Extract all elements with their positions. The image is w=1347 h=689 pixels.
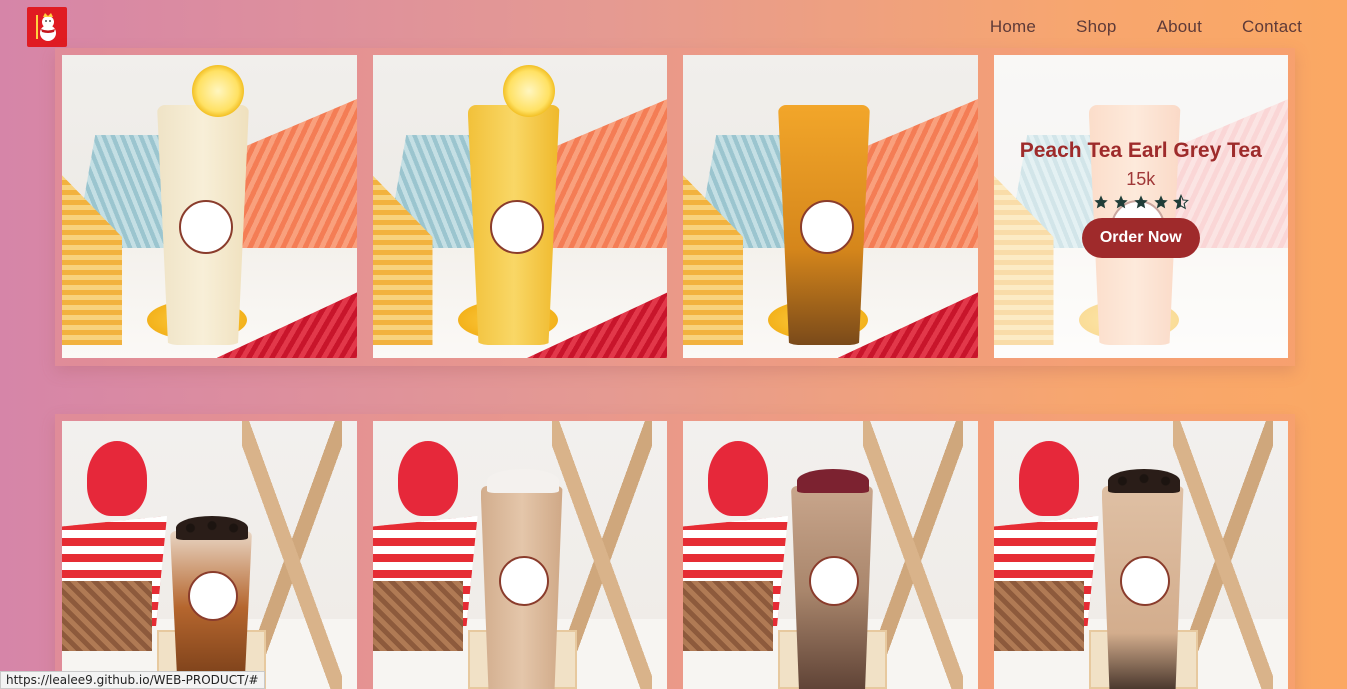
main-nav: Home Shop About Contact (990, 17, 1302, 37)
star-full-icon (1094, 195, 1108, 209)
decor-red-sign (1018, 441, 1079, 516)
product-card[interactable] (372, 421, 667, 689)
star-full-icon (1134, 195, 1148, 209)
snowman-king-logo-icon (36, 13, 56, 41)
red-bean-topping-icon (797, 469, 869, 493)
nav-home-link[interactable]: Home (990, 17, 1036, 37)
product-card[interactable] (372, 55, 667, 358)
boba-pearls-icon (1107, 469, 1180, 493)
drink-cup (480, 486, 563, 689)
browser-status-url: https://lealee9.github.io/WEB-PRODUCT/# (0, 671, 265, 689)
drink-cup (170, 531, 252, 689)
lemon-slice-icon (502, 65, 555, 117)
product-price: 15k (1126, 169, 1156, 189)
drink-cup (1101, 486, 1184, 689)
mascot-icon (809, 556, 859, 606)
lemon-slice-icon (192, 65, 244, 117)
jelly-topping-icon (486, 469, 559, 493)
product-overlay: Peach Tea Earl Grey Tea 15k Order Now (993, 55, 1288, 358)
featured-product-card[interactable]: Peach Tea Earl Grey Tea 15k Order Now (993, 55, 1288, 358)
mascot-icon (498, 556, 549, 606)
product-card[interactable] (993, 421, 1288, 689)
star-half-icon (1172, 194, 1189, 210)
nav-shop-link[interactable]: Shop (1076, 17, 1117, 37)
product-card[interactable] (62, 421, 357, 689)
mascot-icon (489, 200, 544, 254)
star-full-icon (1114, 195, 1128, 209)
drink-cup (791, 486, 873, 689)
rating-stars (1093, 194, 1189, 210)
decor-basket (62, 581, 152, 651)
decor-basket (993, 581, 1084, 651)
product-card[interactable] (683, 421, 978, 689)
drink-cup (157, 105, 249, 345)
site-header: Home Shop About Contact (0, 0, 1347, 55)
nav-contact-link[interactable]: Contact (1242, 17, 1302, 37)
mascot-icon (800, 200, 854, 254)
decor-red-sign (87, 441, 147, 516)
order-now-button[interactable]: Order Now (1081, 218, 1200, 258)
drink-cup (778, 105, 870, 345)
star-full-icon (1154, 195, 1168, 209)
product-row-1: Peach Tea Earl Grey Tea 15k Order Now (55, 48, 1295, 366)
product-title: Peach Tea Earl Grey Tea (1019, 139, 1262, 162)
product-card[interactable] (62, 55, 357, 358)
product-row-2 (55, 414, 1295, 689)
drink-cup (467, 105, 560, 345)
mascot-icon (188, 571, 238, 621)
decor-red-sign (397, 441, 458, 516)
decor-red-sign (708, 441, 768, 516)
nav-about-link[interactable]: About (1157, 17, 1202, 37)
brand-logo[interactable] (27, 7, 67, 47)
boba-pearls-icon (176, 516, 248, 540)
product-card[interactable] (683, 55, 978, 358)
mascot-icon (1119, 556, 1170, 606)
decor-basket (683, 581, 773, 651)
mascot-icon (179, 200, 233, 254)
decor-basket (372, 581, 463, 651)
